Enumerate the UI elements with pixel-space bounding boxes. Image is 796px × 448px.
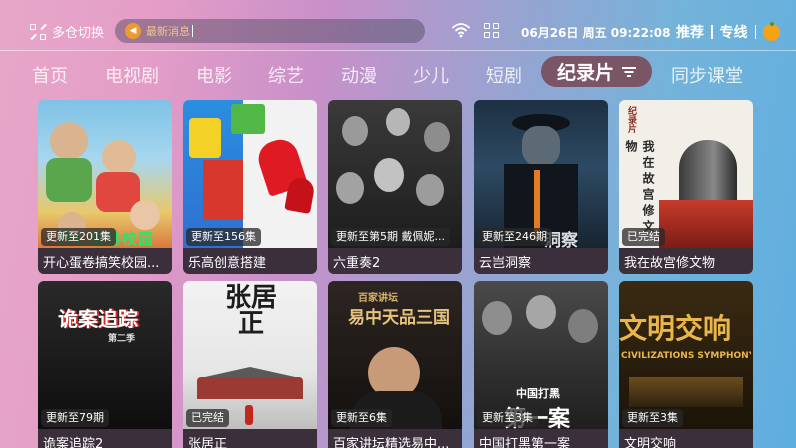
megaphone-icon: ◀	[125, 23, 141, 39]
video-title: 诡案追踪2	[38, 429, 172, 448]
filter-icon	[622, 66, 637, 78]
poster-subtext: 中国打黑	[516, 387, 560, 400]
video-card[interactable]: 洞察 更新至246期 云岂洞察	[474, 100, 608, 274]
search-placeholder: 最新消息	[146, 25, 190, 38]
update-badge: 更新至第5期 戴佩妮...	[331, 228, 450, 246]
video-title: 文明交响	[619, 429, 753, 448]
tab-movies[interactable]: 电影	[196, 62, 232, 88]
tab-home[interactable]: 首页	[32, 62, 68, 88]
search-bar[interactable]: ◀ 最新消息	[115, 19, 425, 43]
update-badge: 更新至156集	[186, 228, 261, 246]
special-line-link[interactable]: 专线	[720, 22, 748, 42]
category-tabs: 首页 电视剧 电影 综艺 动漫 少儿 短剧 纪录片 同步课堂	[0, 56, 796, 90]
tab-anime[interactable]: 动漫	[341, 62, 377, 88]
divider	[711, 25, 713, 39]
video-card[interactable]: 文明交响 CIVILIZATIONS SYMPHONY 更新至3集 文明交响	[619, 281, 753, 448]
update-badge: 更新至6集	[331, 409, 392, 427]
warehouse-switch-button[interactable]: 多仓切换	[30, 22, 104, 41]
wifi-icon	[452, 23, 470, 38]
update-badge: 已完结	[186, 409, 229, 427]
apps-grid-icon[interactable]	[484, 23, 500, 39]
poster-subtext: 第二季	[108, 334, 136, 344]
poster-subtext: 纪录片	[626, 106, 636, 133]
tab-tv-series[interactable]: 电视剧	[105, 62, 159, 88]
video-card[interactable]: 更新至156集 乐高创意搭建	[183, 100, 317, 274]
divider	[754, 25, 756, 39]
tab-variety[interactable]: 综艺	[268, 62, 304, 88]
tab-documentary[interactable]: 纪录片	[541, 56, 653, 87]
top-links: 推荐 专线	[676, 21, 780, 42]
poster-subtext: 百家讲坛	[358, 293, 398, 304]
orange-avatar-icon[interactable]	[763, 21, 780, 41]
top-bar: 多仓切换 ◀ 最新消息 06月26日 周五 09:22:08 推荐 专线	[0, 0, 796, 48]
video-title: 百家讲坛精选易中...	[328, 429, 462, 448]
video-title: 我在故宫修文物	[619, 248, 753, 274]
update-badge: 更新至246期	[477, 228, 552, 246]
poster-text: 张居正	[224, 283, 277, 339]
recommend-link[interactable]: 推荐	[676, 22, 704, 42]
update-badge: 更新至201集	[41, 228, 116, 246]
video-title: 乐高创意搭建	[183, 248, 317, 274]
video-card[interactable]: 百家讲坛 易中天品三国 更新至6集 百家讲坛精选易中...	[328, 281, 462, 448]
update-badge: 更新至79期	[41, 409, 109, 427]
update-badge: 更新至3集	[622, 409, 683, 427]
warehouse-switch-label: 多仓切换	[52, 26, 105, 41]
video-title: 张居正	[183, 429, 317, 448]
datetime: 06月26日 周五 09:22:08	[521, 26, 671, 40]
update-badge: 更新至3集	[477, 409, 538, 427]
video-card[interactable]: 纪录片 我在故宫修文物 已完结 我在故宫修文物	[619, 100, 753, 274]
poster-text: 文明交响	[619, 312, 732, 345]
tab-kids[interactable]: 少儿	[413, 62, 449, 88]
tab-short-drama[interactable]: 短剧	[486, 62, 522, 88]
video-title: 中国打黑第一案	[474, 429, 608, 448]
video-card[interactable]: 张居正 已完结 张居正	[183, 281, 317, 448]
poster-text: 易中天品三国	[348, 308, 450, 328]
text-cursor	[192, 25, 193, 37]
header-divider	[0, 50, 796, 51]
update-badge: 已完结	[622, 228, 665, 246]
video-title: 六重奏2	[328, 248, 462, 274]
video-card[interactable]: 诡案追踪 第二季 更新至79期 诡案追踪2	[38, 281, 172, 448]
video-title: 开心蛋卷搞笑校园...	[38, 248, 172, 274]
video-title: 云岂洞察	[474, 248, 608, 274]
video-card[interactable]: 中国打黑 第一案 更新至3集 中国打黑第一案	[474, 281, 608, 448]
poster-subtext: CIVILIZATIONS SYMPHONY	[621, 351, 751, 361]
video-card[interactable]: 开心蛋卷校园 更新至201集 开心蛋卷搞笑校园...	[38, 100, 172, 274]
poster-text: 诡案追踪	[58, 307, 138, 331]
tab-sync-class[interactable]: 同步课堂	[671, 62, 743, 88]
tab-documentary-label: 纪录片	[557, 62, 615, 84]
switch-icon	[30, 23, 46, 40]
video-card[interactable]: 更新至第5期 戴佩妮... 六重奏2	[328, 100, 462, 274]
